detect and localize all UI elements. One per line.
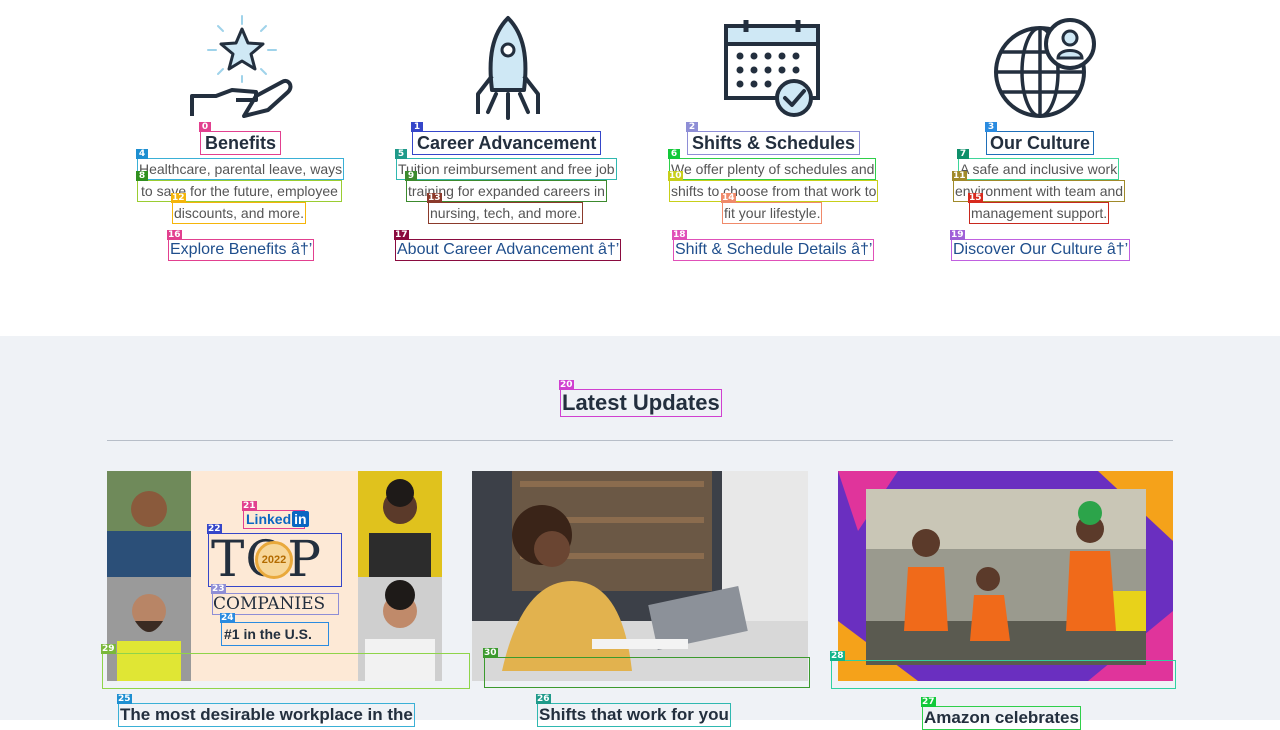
shifts-desc-line-3: 14 fit your lifestyle.	[721, 193, 823, 224]
student-library-image	[472, 471, 808, 681]
globe-person-icon	[994, 18, 1096, 118]
shifts-desc-line-1: 6 We offer plenty of schedules and	[668, 149, 877, 180]
career-desc-line-1: 5 Tuition reimbursement and free job	[395, 149, 617, 180]
card-link-shifts-that-work[interactable]: 30	[483, 648, 810, 688]
card-title-shifts-that-work[interactable]: 26 Shifts that work for you	[536, 694, 731, 727]
hand-star-icon	[190, 15, 293, 118]
warehouse-employees-photo	[838, 471, 1173, 681]
latest-updates-heading: 20 Latest Updates	[559, 380, 722, 417]
card-link-desirable-workplace[interactable]: 29	[101, 644, 470, 689]
student-studying-photo	[472, 471, 808, 681]
card-title-desirable-workplace[interactable]: 25 The most desirable workplace in the	[117, 694, 415, 727]
benefits-desc-line-1: 4 Healthcare, parental leave, ways	[136, 149, 345, 180]
card-title-amazon-celebrates[interactable]: 27 Amazon celebrates	[921, 697, 1081, 730]
culture-desc-line-3: 15 management support.	[968, 193, 1110, 224]
linkedin-logo: 21 Linked in	[242, 501, 309, 529]
about-career-advancement-link[interactable]: 17 About Career Advancement â†’	[394, 230, 622, 261]
explore-benefits-link[interactable]: 16 Explore Benefits â†’	[167, 230, 315, 261]
shifts-desc-line-2: 10 shifts to choose from that work to	[668, 171, 879, 202]
shift-schedule-details-link[interactable]: 18 Shift & Schedule Details â†’	[672, 230, 875, 261]
top-companies-badge-top: 22 TOP 2022	[207, 524, 342, 587]
award-year: 2022	[261, 554, 287, 566]
benefits-desc-line-3: 12 discounts, and more.	[171, 193, 306, 224]
our-culture-title: 3 Our Culture	[985, 122, 1095, 155]
rank-text: 24 #1 in the U.S.	[220, 613, 329, 646]
discover-our-culture-link[interactable]: 19 Discover Our Culture â†’	[950, 230, 1131, 261]
culture-desc-line-1: 7A safe and inclusive work	[957, 149, 1120, 180]
amazon-celebrates-image	[838, 471, 1173, 681]
calendar-check-icon	[724, 20, 820, 117]
rocket-icon	[476, 16, 540, 120]
career-desc-line-3: 13 nursing, tech, and more.	[427, 193, 583, 224]
section-divider	[107, 440, 1173, 441]
benefits-section: 0 Benefits 4 Healthcare, parental leave, w…	[0, 0, 1280, 336]
benefits-desc-line-2: 8 to save for the future, employee	[136, 171, 342, 202]
shifts-schedules-title: 2 Shifts & Schedules	[686, 122, 861, 155]
card-link-amazon-celebrates[interactable]: 28	[830, 651, 1176, 689]
companies-text: 23 COMPANIES	[211, 584, 339, 615]
benefits-title: 0 Benefits	[199, 122, 282, 155]
career-advancement-title: 1 Career Advancement	[411, 122, 602, 155]
